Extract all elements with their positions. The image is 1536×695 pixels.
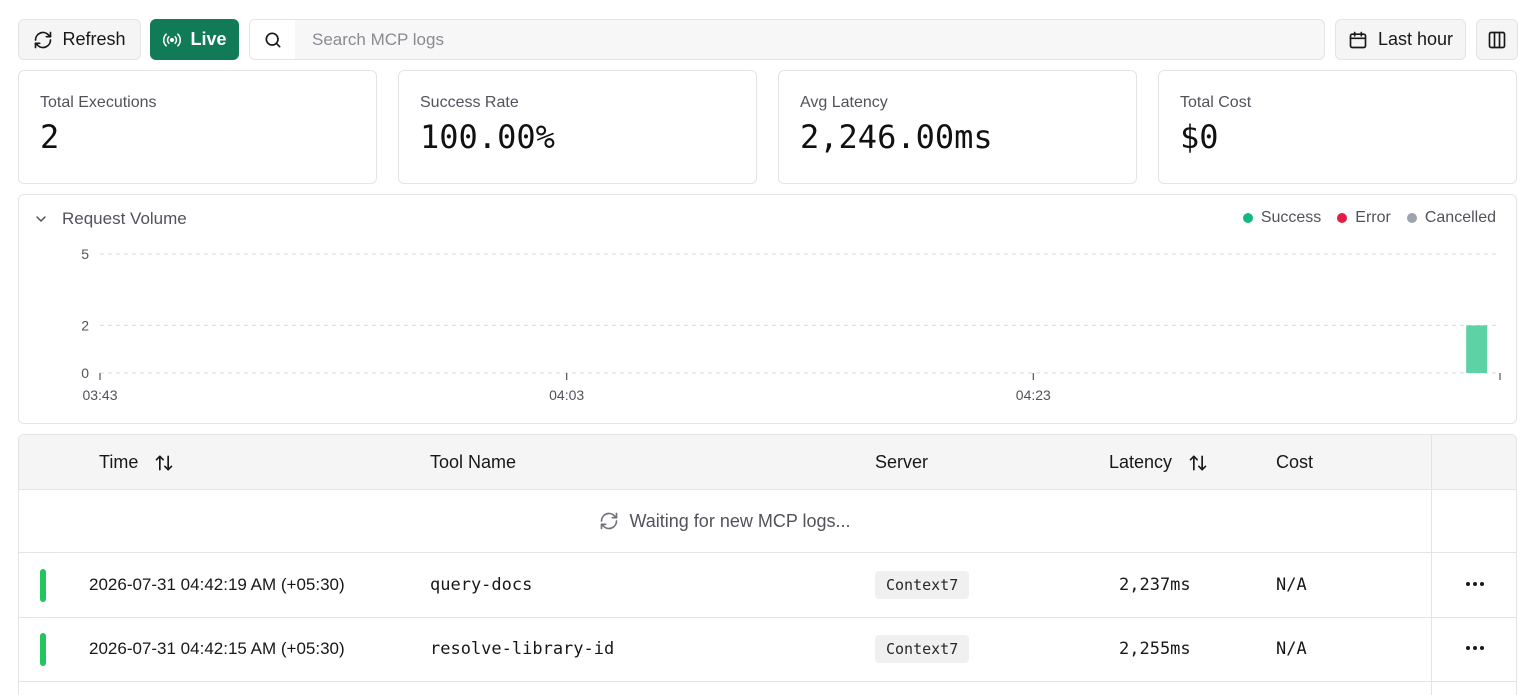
x-tick-label: 04:03 bbox=[549, 387, 584, 403]
sort-icon[interactable] bbox=[154, 453, 174, 473]
stat-label: Total Cost bbox=[1180, 94, 1252, 111]
search-input[interactable] bbox=[296, 20, 1316, 59]
sort-icon[interactable] bbox=[1188, 453, 1208, 473]
x-tick-label: 03:43 bbox=[82, 387, 117, 403]
live-label: Live bbox=[190, 29, 227, 49]
actions-column-divider bbox=[1431, 435, 1432, 695]
columns-icon bbox=[1488, 31, 1506, 48]
table-header: Time Tool Name Server Latency Cost bbox=[19, 435, 1516, 490]
stat-label: Success Rate bbox=[420, 94, 519, 111]
time-range-button[interactable]: Last hour bbox=[1335, 19, 1466, 60]
legend-label: Success bbox=[1260, 209, 1322, 226]
time-cell: 2026-07-31 04:42:19 AM (+05:30) bbox=[89, 575, 345, 594]
toolbar: Refresh Live Last hour bbox=[18, 19, 1518, 60]
cost-cell: N/A bbox=[1276, 575, 1307, 595]
server-badge: Context7 bbox=[875, 635, 970, 663]
column-header-label: Tool Name bbox=[430, 452, 517, 472]
cost-cell: N/A bbox=[1276, 639, 1307, 659]
chart-legend: Success Error Cancelled bbox=[1242, 209, 1496, 227]
error-dot bbox=[1337, 213, 1348, 223]
columns-button[interactable] bbox=[1476, 19, 1518, 60]
status-indicator bbox=[40, 633, 46, 666]
request-volume-chart: 0 2 5 03:43 04:03 04:23 bbox=[81, 246, 1501, 403]
stat-value: 100.00% bbox=[420, 118, 555, 156]
legend-item-success: Success bbox=[1242, 209, 1322, 227]
column-header-label: Cost bbox=[1276, 452, 1314, 472]
refresh-icon bbox=[35, 31, 52, 48]
request-volume-panel: 0 2 5 03:43 04:03 04:23 Request Volume Succes… bbox=[18, 194, 1517, 424]
column-header-label: Server bbox=[875, 452, 929, 472]
more-actions-icon[interactable] bbox=[1465, 636, 1485, 660]
cancelled-dot bbox=[1406, 213, 1417, 223]
latency-cell: 2,255ms bbox=[1119, 639, 1191, 659]
column-header-tool-name: Tool Name bbox=[430, 452, 516, 473]
status-indicator bbox=[40, 569, 46, 602]
time-range-label: Last hour bbox=[1378, 29, 1454, 49]
stat-value: 2 bbox=[40, 118, 60, 156]
live-button[interactable]: Live bbox=[150, 19, 239, 60]
search-icon bbox=[265, 32, 280, 48]
column-header-cost: Cost bbox=[1276, 452, 1313, 473]
y-tick-label: 2 bbox=[81, 317, 89, 333]
column-header-label: Latency bbox=[1109, 452, 1173, 472]
more-actions-icon[interactable] bbox=[1465, 572, 1485, 596]
table-row[interactable]: 2026-07-31 04:42:19 AM (+05:30) query-do… bbox=[19, 554, 1516, 618]
broadcast-icon bbox=[163, 32, 182, 47]
latency-cell: 2,237ms bbox=[1119, 575, 1191, 595]
column-header-latency[interactable]: Latency bbox=[1109, 452, 1208, 473]
chart-title: Request Volume bbox=[62, 209, 187, 228]
legend-item-cancelled: Cancelled bbox=[1406, 209, 1496, 227]
search-icon-container bbox=[250, 20, 295, 59]
waiting-row: Waiting for new MCP logs... bbox=[19, 490, 1431, 553]
waiting-row-actions-cell bbox=[1432, 490, 1516, 553]
stat-card-total-cost: Total Cost $0 bbox=[1158, 70, 1517, 184]
success-dot bbox=[1242, 213, 1253, 223]
column-header-label: Time bbox=[99, 452, 139, 472]
y-tick-label: 5 bbox=[81, 246, 89, 262]
bar-success bbox=[1466, 325, 1488, 373]
stat-card-success-rate: Success Rate 100.00% bbox=[398, 70, 757, 184]
legend-item-error: Error bbox=[1337, 209, 1391, 227]
refresh-icon bbox=[601, 512, 618, 530]
stat-card-total-executions: Total Executions 2 bbox=[18, 70, 377, 184]
server-badge: Context7 bbox=[875, 571, 970, 599]
tool-name-cell: resolve-library-id bbox=[430, 639, 615, 659]
calendar-icon bbox=[1349, 31, 1367, 48]
stat-label: Total Executions bbox=[40, 94, 157, 111]
mcp-logs-table: Time Tool Name Server Latency Cost Waiti… bbox=[18, 434, 1517, 695]
y-tick-label: 0 bbox=[81, 365, 89, 381]
refresh-label: Refresh bbox=[62, 29, 126, 49]
legend-label: Cancelled bbox=[1424, 209, 1496, 226]
table-row[interactable]: 2026-07-31 04:42:15 AM (+05:30) resolve-… bbox=[19, 618, 1516, 682]
stat-label: Avg Latency bbox=[800, 94, 888, 111]
stat-card-avg-latency: Avg Latency 2,246.00ms bbox=[778, 70, 1137, 184]
time-cell: 2026-07-31 04:42:15 AM (+05:30) bbox=[89, 639, 345, 658]
waiting-text: Waiting for new MCP logs... bbox=[629, 510, 851, 531]
chevron-down-icon[interactable] bbox=[33, 211, 49, 227]
refresh-button[interactable]: Refresh bbox=[18, 19, 141, 60]
search-box bbox=[249, 19, 1325, 60]
stat-value: $0 bbox=[1180, 118, 1219, 156]
column-header-server: Server bbox=[875, 452, 928, 473]
stat-value: 2,246.00ms bbox=[800, 118, 993, 156]
legend-label: Error bbox=[1355, 209, 1391, 226]
tool-name-cell: query-docs bbox=[430, 575, 533, 595]
x-tick-label: 04:23 bbox=[1016, 387, 1051, 403]
column-header-time[interactable]: Time bbox=[99, 452, 174, 473]
